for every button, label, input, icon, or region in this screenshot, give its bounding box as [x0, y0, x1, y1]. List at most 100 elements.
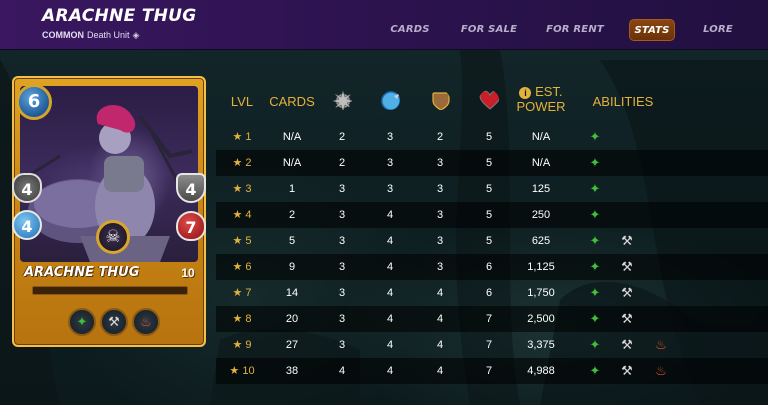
tab-for-rent[interactable]: FOR RENT	[546, 19, 604, 41]
claw-ability-icon[interactable]: ✦	[586, 154, 604, 172]
cell-speed: 4	[386, 261, 394, 273]
claw-ability-icon[interactable]: ✦	[586, 336, 604, 354]
cell-lvl: ★ 7	[232, 287, 252, 299]
speed-badge: 4	[12, 210, 42, 240]
table-row: ★ 10 38 4 4 4 7 4,988 ✦ ⚒ ♨	[216, 358, 768, 384]
xp-bar	[32, 286, 188, 295]
page-title: ARACHNE THUG	[42, 6, 197, 26]
cell-melee: 3	[338, 313, 346, 325]
hammer-ability-icon[interactable]: ⚒	[618, 284, 636, 302]
cell-melee: 4	[338, 365, 346, 377]
cell-est-power: 4,988	[527, 365, 555, 377]
monster-card[interactable]: 6 4 4 4 7 ☠ ARACHNE THUG 10 ✦ ⚒ ♨	[12, 76, 206, 347]
cell-health: 7	[485, 339, 493, 351]
claw-ability-icon[interactable]: ✦	[586, 180, 604, 198]
table-row: ★ 2 N/A 2 3 3 5 N/A ✦	[216, 150, 768, 176]
cell-lvl: ★ 3	[232, 183, 252, 195]
cell-melee: 2	[338, 131, 346, 143]
cell-armor: 4	[436, 339, 444, 351]
cell-armor: 2	[436, 131, 444, 143]
tab-stats[interactable]: STATS	[629, 19, 675, 41]
cell-health: 5	[485, 157, 493, 169]
tab-for-sale[interactable]: FOR SALE	[460, 19, 518, 41]
cell-est-power: N/A	[531, 131, 551, 143]
table-row: ★ 7 14 3 4 4 6 1,750 ✦ ⚒	[216, 280, 768, 306]
card-name: ARACHNE THUG	[24, 265, 140, 280]
cell-est-power: 125	[531, 183, 551, 195]
melee-attack-badge: 4	[12, 173, 42, 203]
cell-melee: 2	[338, 157, 346, 169]
cell-est-power: 3,375	[527, 339, 555, 351]
cell-health: 6	[485, 287, 493, 299]
claw-ability-icon[interactable]: ✦	[586, 258, 604, 276]
cell-cards: 20	[285, 313, 299, 325]
melee-attack-icon	[332, 90, 352, 110]
cell-armor: 3	[436, 209, 444, 221]
header-power-line1: EST.	[535, 84, 563, 99]
cell-lvl: ★ 1	[232, 131, 252, 143]
cell-health: 5	[485, 235, 493, 247]
card-ability-slots: ✦ ⚒ ♨	[22, 302, 198, 342]
claw-ability-icon[interactable]: ✦	[586, 284, 604, 302]
tab-lore[interactable]: LORE	[700, 19, 736, 41]
cell-melee: 3	[338, 235, 346, 247]
header-power-line2: POWER	[516, 99, 566, 114]
hammer-ability-icon[interactable]: ⚒	[618, 310, 636, 328]
page-header: ARACHNE THUG COMMON Death Unit ◈ CARDS FOR…	[0, 0, 768, 50]
death-skull-icon: ☠	[96, 220, 130, 254]
tab-cards[interactable]: CARDS	[386, 19, 434, 41]
header-abilities: ABILITIES	[592, 94, 654, 109]
cell-armor: 4	[436, 365, 444, 377]
claw-icon: ✦	[68, 308, 96, 336]
cell-cards: 5	[288, 235, 296, 247]
claw-ability-icon[interactable]: ✦	[586, 128, 604, 146]
cell-melee: 3	[338, 261, 346, 273]
table-row: ★ 5 5 3 4 3 5 625 ✦ ⚒	[216, 228, 768, 254]
cell-melee: 3	[338, 339, 346, 351]
cell-health: 6	[485, 261, 493, 273]
cell-health: 5	[485, 183, 493, 195]
claw-ability-icon[interactable]: ✦	[586, 206, 604, 224]
hammer-ability-icon[interactable]: ⚒	[618, 258, 636, 276]
cell-melee: 3	[338, 183, 346, 195]
fire-icon: ♨	[132, 308, 160, 336]
header-lvl: LVL	[230, 94, 254, 109]
hammer-ability-icon[interactable]: ⚒	[618, 336, 636, 354]
hammer-ability-icon[interactable]: ⚒	[618, 232, 636, 250]
info-icon[interactable]: i	[519, 87, 532, 99]
claw-ability-icon[interactable]: ✦	[586, 310, 604, 328]
health-badge: 7	[176, 211, 206, 241]
cell-health: 7	[485, 365, 493, 377]
cell-health: 5	[485, 131, 493, 143]
cell-melee: 3	[338, 209, 346, 221]
table-row: ★ 9 27 3 4 4 7 3,375 ✦ ⚒ ♨	[216, 332, 768, 358]
cell-cards: 14	[285, 287, 299, 299]
cell-est-power: N/A	[531, 157, 551, 169]
cell-armor: 4	[436, 287, 444, 299]
fire-ability-icon[interactable]: ♨	[652, 362, 670, 380]
cell-speed: 4	[386, 313, 394, 325]
health-heart-icon	[479, 90, 499, 110]
cell-est-power: 625	[531, 235, 551, 247]
cell-est-power: 2,500	[527, 313, 555, 325]
unit-type-label: Death Unit	[87, 30, 130, 40]
cell-est-power: 1,125	[527, 261, 555, 273]
cell-speed: 4	[386, 235, 394, 247]
cell-armor: 3	[436, 183, 444, 195]
cell-lvl: ★ 5	[232, 235, 252, 247]
death-splinter-icon: ◈	[132, 30, 140, 40]
cell-lvl: ★ 10	[229, 365, 255, 377]
claw-ability-icon[interactable]: ✦	[586, 232, 604, 250]
table-row: ★ 4 2 3 4 3 5 250 ✦	[216, 202, 768, 228]
cell-armor: 3	[436, 235, 444, 247]
cell-health: 5	[485, 209, 493, 221]
cell-armor: 3	[436, 157, 444, 169]
cell-cards: N/A	[282, 131, 302, 143]
hammer-ability-icon[interactable]: ⚒	[618, 362, 636, 380]
fire-ability-icon[interactable]: ♨	[652, 336, 670, 354]
cell-melee: 3	[338, 287, 346, 299]
table-row: ★ 6 9 3 4 3 6 1,125 ✦ ⚒	[216, 254, 768, 280]
cell-speed: 4	[386, 339, 394, 351]
cell-cards: N/A	[282, 157, 302, 169]
claw-ability-icon[interactable]: ✦	[586, 362, 604, 380]
